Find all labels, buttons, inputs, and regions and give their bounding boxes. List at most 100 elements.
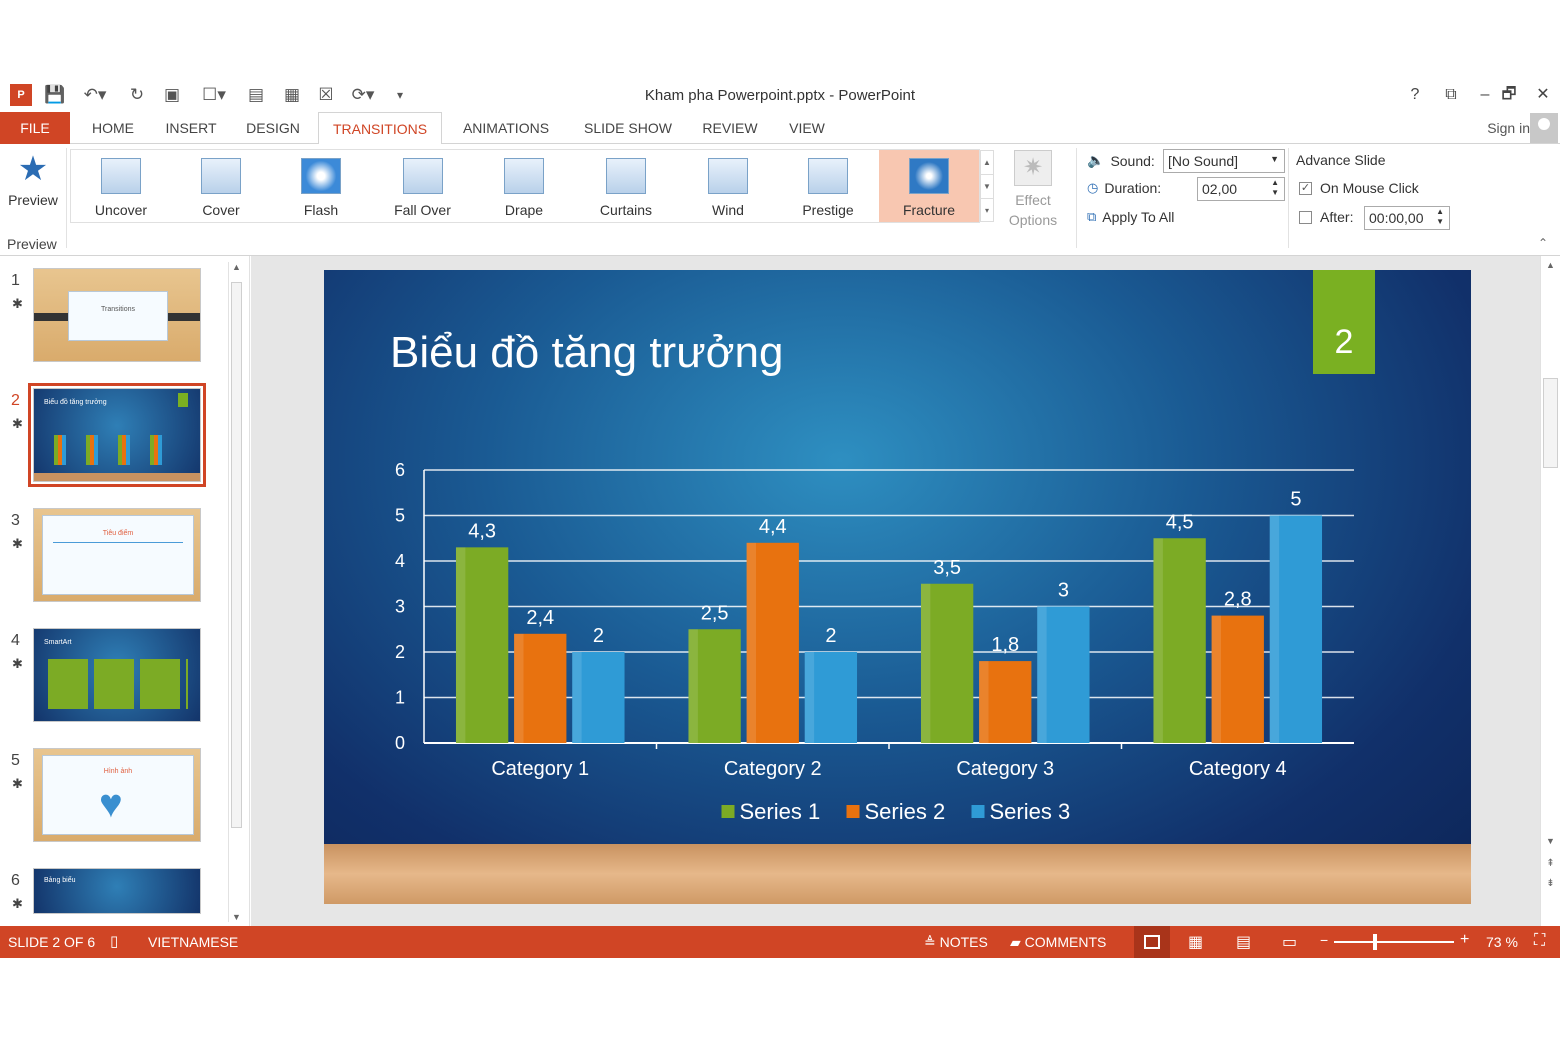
- transition-fall-over[interactable]: Fall Over: [371, 150, 474, 222]
- slide-scrollbar[interactable]: ▲ ▼ ⇞ ⇟: [1540, 256, 1560, 926]
- flash-icon: [301, 158, 341, 194]
- slide-sorter-icon[interactable]: ▦: [1188, 932, 1203, 952]
- uncover-icon: [101, 158, 141, 194]
- scroll-thumb[interactable]: [231, 282, 242, 828]
- y-tick-label: 5: [395, 506, 405, 526]
- duration-label: Duration:: [1104, 180, 1162, 196]
- thumbnail-slide-1[interactable]: Transitions: [33, 268, 201, 362]
- tab-insert[interactable]: INSERT: [158, 112, 224, 144]
- zoom-level[interactable]: 73 %: [1486, 934, 1518, 950]
- scroll-thumb[interactable]: [1543, 378, 1558, 468]
- ribbon-display-icon[interactable]: ⧉: [1438, 84, 1464, 106]
- notes-button[interactable]: ≜ NOTES: [924, 934, 988, 951]
- transition-label: Curtains: [599, 202, 653, 218]
- reading-view-icon[interactable]: ▤: [1236, 932, 1251, 952]
- thumbnail-slide-4[interactable]: SmartArt: [33, 628, 201, 722]
- collapse-ribbon-icon[interactable]: ⌃: [1538, 236, 1548, 250]
- spell-check-icon[interactable]: ▯: [110, 932, 118, 950]
- help-icon[interactable]: ?: [1402, 84, 1428, 106]
- prestige-icon: [808, 158, 848, 194]
- transition-star-icon: ✱: [12, 656, 23, 671]
- zoom-in-icon[interactable]: +: [1460, 931, 1469, 949]
- scroll-down-icon[interactable]: ▼: [1541, 836, 1560, 846]
- transition-fracture[interactable]: Fracture: [879, 150, 979, 222]
- normal-view-button[interactable]: [1134, 926, 1170, 958]
- y-tick-label: 3: [395, 597, 405, 617]
- thumbnail-slide-5[interactable]: Hình ảnh ♥: [33, 748, 201, 842]
- comments-button[interactable]: ▰ COMMENTS: [1010, 934, 1106, 951]
- transition-prestige[interactable]: Prestige: [778, 150, 878, 222]
- tab-transitions[interactable]: TRANSITIONS: [318, 112, 442, 145]
- wind-icon: [708, 158, 748, 194]
- thumbnail-slide-3[interactable]: Tiêu điểm: [33, 508, 201, 602]
- apply-to-all-button[interactable]: ⧉ Apply To All: [1087, 209, 1174, 225]
- transition-label: Prestige: [802, 202, 854, 218]
- restore-icon[interactable]: 🗗: [1496, 84, 1522, 106]
- spin-arrows-icon[interactable]: ▲ ▼: [1271, 178, 1279, 198]
- duration-row: ◷ Duration:: [1087, 180, 1161, 196]
- title-bar: P 💾 ↶▾ ↻ ▣ ☐▾ ▤ ▦ ☒ ⟳▾ ▾ Kham pha Powerp…: [0, 78, 1560, 112]
- transition-gallery: Uncover Cover Flash Fall Over Drape Curt…: [70, 149, 980, 223]
- separator: [66, 148, 67, 248]
- transition-label: Fall Over: [394, 202, 451, 218]
- bar-chart[interactable]: 0 1 2 3 4 5 6 Category 1 4,3 2,4 2 Category 2 2,5 4,4…: [324, 270, 1471, 850]
- thumb-card: Tiêu điểm: [42, 515, 194, 595]
- transition-uncover[interactable]: Uncover: [71, 150, 171, 222]
- effect-options-button[interactable]: ✷ Effect Options: [1000, 150, 1066, 228]
- transition-curtains[interactable]: Curtains: [574, 150, 678, 222]
- avatar[interactable]: [1530, 113, 1558, 143]
- checkbox-checked-icon[interactable]: ✓: [1299, 181, 1312, 195]
- scroll-up-icon[interactable]: ▲: [1541, 260, 1560, 270]
- thumbnail-scrollbar[interactable]: ▲ ▼: [228, 262, 244, 922]
- transition-flash[interactable]: Flash: [271, 150, 371, 222]
- slide-canvas[interactable]: Biểu đồ tăng trưởng 2 0 1 2 3 4 5 6 Category 14…: [324, 270, 1471, 904]
- sign-in-link[interactable]: Sign in: [1487, 120, 1530, 136]
- tab-design[interactable]: DESIGN: [236, 112, 310, 144]
- gallery-up-icon[interactable]: ▲: [981, 151, 993, 175]
- scroll-down-icon[interactable]: ▼: [229, 912, 244, 922]
- slide-thumbnail-pane: 1 ✱ Transitions 2 ✱ Biểu đồ tăng trưởng …: [0, 256, 250, 926]
- thumb-number: 5: [11, 752, 20, 769]
- data-label: 3: [1058, 580, 1069, 602]
- sound-select[interactable]: [No Sound] ▼: [1163, 149, 1285, 173]
- close-icon[interactable]: ✕: [1530, 84, 1556, 106]
- spin-arrows-icon[interactable]: ▲ ▼: [1436, 207, 1444, 227]
- y-tick-label: 4: [395, 551, 405, 571]
- checkbox-unchecked-icon[interactable]: [1299, 210, 1312, 224]
- tab-view[interactable]: VIEW: [776, 112, 838, 144]
- duration-spinner[interactable]: 02,00 ▲ ▼: [1197, 177, 1285, 201]
- thumbnail-slide-6[interactable]: Bảng biểu: [33, 868, 201, 914]
- preview-group-label: Preview: [7, 236, 57, 252]
- slideshow-view-icon[interactable]: ▭: [1282, 932, 1297, 952]
- next-slide-icon[interactable]: ⇟: [1541, 878, 1560, 889]
- language-indicator[interactable]: VIETNAMESE: [148, 934, 238, 950]
- after-checkbox[interactable]: After:: [1299, 209, 1353, 225]
- preview-button[interactable]: ★ Preview: [4, 150, 62, 208]
- gallery-more-icon[interactable]: ▾: [981, 199, 993, 223]
- after-spinner[interactable]: 00:00,00 ▲ ▼: [1364, 206, 1450, 230]
- minimize-icon[interactable]: –: [1472, 84, 1498, 106]
- legend-swatch: [721, 805, 735, 818]
- zoom-slider-track[interactable]: [1334, 941, 1454, 943]
- chevron-down-icon[interactable]: ▼: [1270, 154, 1279, 164]
- scroll-up-icon[interactable]: ▲: [229, 262, 244, 272]
- zoom-out-icon[interactable]: −: [1320, 932, 1328, 948]
- transition-drape[interactable]: Drape: [474, 150, 574, 222]
- tab-review[interactable]: REVIEW: [694, 112, 766, 144]
- thumb-number: 6: [11, 872, 20, 889]
- tab-home[interactable]: HOME: [80, 112, 146, 144]
- transition-wind[interactable]: Wind: [678, 150, 778, 222]
- on-mouse-click-checkbox[interactable]: ✓ On Mouse Click: [1299, 180, 1419, 196]
- gallery-down-icon[interactable]: ▼: [981, 175, 993, 199]
- transition-cover[interactable]: Cover: [171, 150, 271, 222]
- tab-file[interactable]: FILE: [0, 112, 70, 144]
- data-label: 4,4: [759, 516, 787, 538]
- previous-slide-icon[interactable]: ⇞: [1541, 858, 1560, 869]
- tab-animations[interactable]: ANIMATIONS: [452, 112, 560, 144]
- fit-to-window-icon[interactable]: ⛶: [1534, 932, 1545, 950]
- bar-highlight: [746, 542, 757, 743]
- thumbnail-slide-2[interactable]: Biểu đồ tăng trưởng: [28, 383, 206, 487]
- zoom-slider-handle[interactable]: [1373, 934, 1377, 950]
- tab-slide-show[interactable]: SLIDE SHOW: [576, 112, 680, 144]
- gallery-scrollbar[interactable]: ▲ ▼ ▾: [980, 150, 994, 222]
